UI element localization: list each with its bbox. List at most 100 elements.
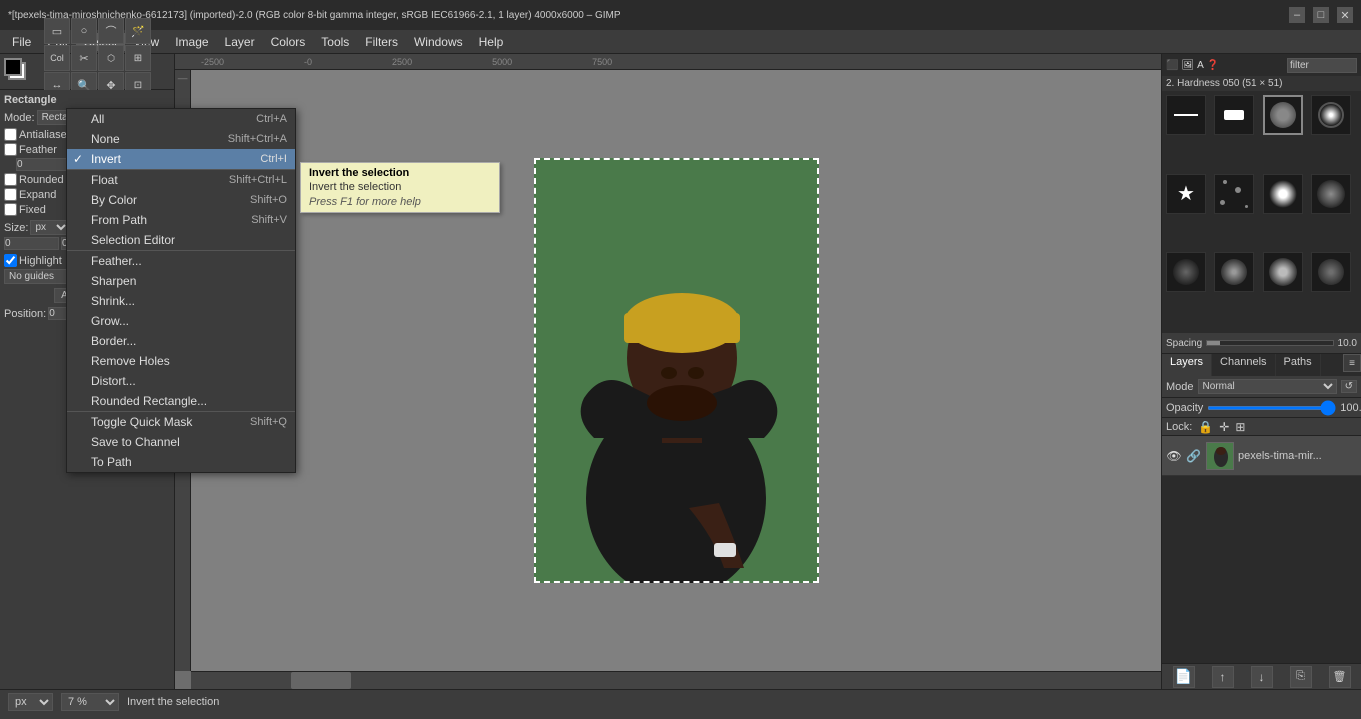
menu-feather[interactable]: Feather... — [67, 251, 295, 271]
width-input[interactable] — [4, 237, 59, 250]
menu-windows[interactable]: Windows — [406, 33, 471, 51]
menu-selection-editor[interactable]: Selection Editor — [67, 230, 295, 250]
antialias-checkbox[interactable] — [4, 128, 17, 141]
menu-file[interactable]: File — [4, 33, 39, 51]
menu-colors[interactable]: Colors — [263, 33, 314, 51]
delete-layer-button[interactable]: 🗑 — [1329, 666, 1351, 688]
brush-item[interactable] — [1263, 252, 1303, 292]
menu-distort[interactable]: Distort... — [67, 371, 295, 391]
layers-mode-select[interactable]: Normal — [1198, 379, 1337, 394]
lock-position-icon[interactable]: ✛ — [1219, 420, 1229, 434]
menu-layer[interactable]: Layer — [217, 33, 263, 51]
brush-item[interactable] — [1263, 95, 1303, 135]
tab-channels[interactable]: Channels — [1212, 354, 1275, 376]
canvas-area[interactable]: -2500 -0 2500 5000 7500 │ — [175, 54, 1161, 689]
opacity-label: Opacity — [1166, 402, 1203, 414]
menu-to-path[interactable]: To Path — [67, 452, 295, 472]
menu-grow[interactable]: Grow... — [67, 311, 295, 331]
brush-name: 2. Hardness 050 (51 × 51) — [1162, 76, 1361, 91]
unit-select[interactable]: px % mm — [8, 693, 53, 711]
horizontal-scrollbar[interactable] — [191, 671, 1161, 689]
brushes-icon4: ❓ — [1207, 60, 1219, 71]
brush-item[interactable] — [1214, 95, 1254, 135]
maximize-button[interactable]: □ — [1313, 7, 1329, 23]
brush-item[interactable] — [1214, 252, 1254, 292]
layers-config-button[interactable]: ≡ — [1343, 354, 1361, 372]
canvas-viewport[interactable] — [191, 70, 1161, 671]
feather-checkbox[interactable] — [4, 143, 17, 156]
tool-rect-select[interactable]: ▭ — [44, 18, 70, 44]
menu-save-to-channel[interactable]: Save to Channel — [67, 432, 295, 452]
lock-alpha-icon[interactable]: ⊞ — [1235, 420, 1245, 434]
brush-item[interactable] — [1166, 252, 1206, 292]
size-unit-select[interactable]: px % — [30, 220, 70, 235]
duplicate-layer-button[interactable]: ⎘ — [1290, 666, 1312, 688]
minimize-button[interactable]: – — [1289, 7, 1305, 23]
tooltip-hint: Press F1 for more help — [309, 196, 491, 208]
menu-sharpen[interactable]: Sharpen — [67, 271, 295, 291]
brushes-icon: ⬛ — [1166, 60, 1178, 71]
highlight-checkbox[interactable] — [4, 254, 17, 267]
new-layer-button[interactable]: 📄 — [1173, 666, 1195, 688]
menu-shrink[interactable]: Shrink... — [67, 291, 295, 311]
zoom-select[interactable]: 7 % 25 % 50 % 100 % — [61, 693, 119, 711]
brush-item[interactable] — [1311, 174, 1351, 214]
menu-float[interactable]: Float Shift+Ctrl+L — [67, 170, 295, 190]
tool-crop[interactable]: ⊞ — [125, 45, 151, 71]
brush-item[interactable]: ★ — [1166, 174, 1206, 214]
lock-pixels-icon[interactable]: 🔒 — [1198, 420, 1213, 434]
menu-tools[interactable]: Tools — [313, 33, 357, 51]
tab-layers[interactable]: Layers — [1162, 354, 1212, 376]
layer-visibility-button[interactable]: 👁 — [1166, 448, 1182, 464]
menu-section-2: Float Shift+Ctrl+L By Color Shift+O From… — [67, 170, 295, 251]
close-button[interactable]: ✕ — [1337, 7, 1353, 23]
menu-filters[interactable]: Filters — [357, 33, 406, 51]
expand-checkbox[interactable] — [4, 188, 17, 201]
menu-rounded-rectangle[interactable]: Rounded Rectangle... — [67, 391, 295, 411]
brush-item[interactable] — [1166, 95, 1206, 135]
menu-all[interactable]: All Ctrl+A — [67, 109, 295, 129]
menu-invert[interactable]: ✓ Invert Ctrl+I — [67, 149, 295, 169]
tool-color-select[interactable]: Col — [44, 45, 70, 71]
tool-fuzzy-select[interactable]: 🪄 — [125, 18, 151, 44]
ruler-horizontal: -2500 -0 2500 5000 7500 — [175, 54, 1161, 70]
raise-layer-button[interactable]: ↑ — [1212, 666, 1234, 688]
lower-layer-button[interactable]: ↓ — [1251, 666, 1273, 688]
layers-tabs: Layers Channels Paths ≡ — [1162, 354, 1361, 376]
brush-item[interactable] — [1311, 95, 1351, 135]
rounded-label: Rounded — [19, 174, 64, 186]
tool-paths[interactable]: ⬡ — [98, 45, 124, 71]
status-message: Invert the selection — [127, 696, 1353, 708]
tool-ellipse-select[interactable]: ○ — [71, 18, 97, 44]
brush-item[interactable] — [1311, 252, 1351, 292]
menu-invert-label: Invert — [91, 152, 121, 166]
tool-scissors[interactable]: ✂ — [71, 45, 97, 71]
menu-from-path[interactable]: From Path Shift+V — [67, 210, 295, 230]
menu-tqm-shortcut: Shift+Q — [250, 416, 287, 428]
fixed-checkbox[interactable] — [4, 203, 17, 216]
menu-image[interactable]: Image — [167, 33, 216, 51]
tool-free-select[interactable]: ⌒ — [98, 18, 124, 44]
menu-by-color[interactable]: By Color Shift+O — [67, 190, 295, 210]
menu-help[interactable]: Help — [471, 33, 512, 51]
menu-toggle-quick-mask[interactable]: Toggle Quick Mask Shift+Q — [67, 412, 295, 432]
layer-actions: 📄 ↑ ↓ ⎘ 🗑 — [1162, 663, 1361, 689]
menu-none[interactable]: None Shift+Ctrl+A — [67, 129, 295, 149]
tab-paths[interactable]: Paths — [1276, 354, 1321, 376]
menu-border[interactable]: Border... — [67, 331, 295, 351]
layer-chain-button[interactable]: 🔗 — [1186, 449, 1202, 463]
menu-all-shortcut: Ctrl+A — [256, 113, 287, 125]
brush-item[interactable] — [1214, 174, 1254, 214]
menu-from-path-label: From Path — [91, 213, 147, 227]
menu-remove-holes[interactable]: Remove Holes — [67, 351, 295, 371]
position-label: Position: — [4, 308, 46, 320]
rounded-checkbox[interactable] — [4, 173, 17, 186]
layer-item[interactable]: 👁 🔗 pexels-tima-mir... — [1162, 436, 1361, 476]
menu-invert-shortcut: Ctrl+I — [260, 153, 287, 165]
layers-mode-reset-button[interactable]: ↺ — [1341, 380, 1357, 393]
spacing-value: 10.0 — [1338, 338, 1357, 349]
foreground-color-swatch[interactable] — [4, 58, 22, 76]
filter-input[interactable] — [1287, 58, 1357, 73]
brush-item[interactable] — [1263, 174, 1303, 214]
opacity-slider[interactable] — [1207, 406, 1336, 410]
